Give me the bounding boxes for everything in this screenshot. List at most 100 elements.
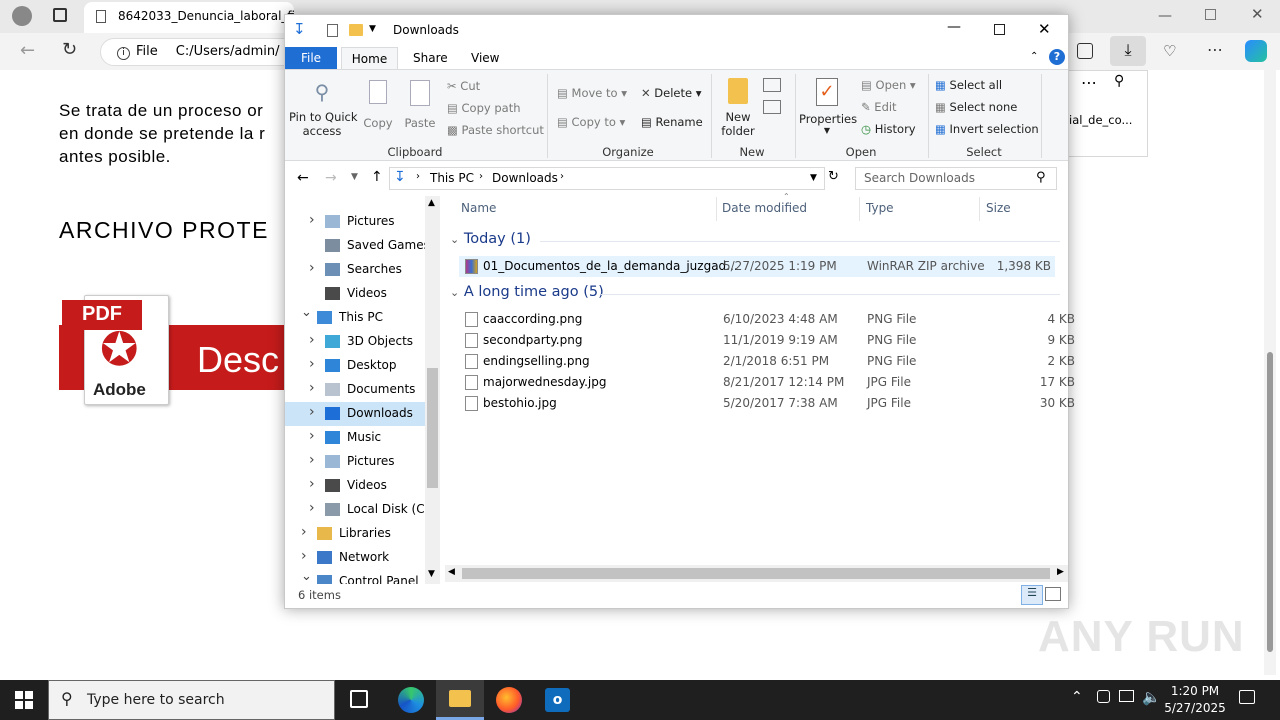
tab-view[interactable]: View <box>471 47 499 70</box>
tab-actions-icon[interactable] <box>53 8 67 22</box>
scroll-left-icon[interactable]: ◀ <box>448 567 455 577</box>
page-scroll-thumb[interactable] <box>1267 352 1273 652</box>
column-date[interactable]: Date modified <box>722 201 807 215</box>
taskbar-search[interactable]: ⚲ Type here to search <box>48 680 335 720</box>
column-type[interactable]: Type <box>866 201 894 215</box>
close-browser-icon[interactable]: ✕ <box>1251 5 1264 23</box>
folder-qa-icon[interactable] <box>349 24 363 36</box>
chevron-right-icon[interactable]: › <box>309 404 315 420</box>
download-file-name[interactable]: ial_de_co... <box>1069 113 1132 127</box>
details-view-icon[interactable]: ☰ <box>1021 585 1043 605</box>
nav-item-pictures[interactable]: › Pictures <box>285 210 425 234</box>
nav-item-searches[interactable]: › Searches <box>285 258 425 282</box>
chevron-right-icon[interactable]: › <box>309 476 315 492</box>
copy-button[interactable]: Copy <box>361 80 395 130</box>
ethernet-icon[interactable] <box>1119 690 1134 702</box>
minimize-icon[interactable]: — <box>947 19 961 35</box>
delete-button[interactable]: ✕ Delete ▾ <box>641 86 702 100</box>
task-view-icon[interactable] <box>350 690 368 708</box>
nav-scrollbar[interactable]: ▲ ▼ <box>425 196 440 584</box>
refresh-icon[interactable]: ↻ <box>828 169 839 184</box>
show-hidden-icons[interactable]: ⌃ <box>1071 689 1083 705</box>
address-box[interactable]: ↧ › This PC › Downloads › ▼ <box>389 167 825 190</box>
file-row[interactable]: bestohio.jpg 5/20/2017 7:38 AM JPG File 30 … <box>459 393 1079 414</box>
tab-share[interactable]: Share <box>413 47 448 70</box>
invert-selection-button[interactable]: ▦ Invert selection <box>935 122 1039 136</box>
collapse-ribbon-icon[interactable]: ⌃ <box>1030 51 1038 62</box>
edge-taskbar-icon[interactable] <box>398 687 424 713</box>
open-button[interactable]: ▤ Open ▾ <box>861 78 916 92</box>
clock[interactable]: 1:20 PM 5/27/2025 <box>1160 683 1230 717</box>
properties-button[interactable]: ✓ Properties ▼ <box>799 78 857 135</box>
chevron-right-icon[interactable]: › <box>309 500 315 516</box>
nav-item-documents[interactable]: › Documents <box>285 378 425 402</box>
maximize-icon[interactable] <box>994 24 1005 35</box>
large-icons-view-icon[interactable] <box>1045 587 1061 601</box>
select-all-button[interactable]: ▦ Select all <box>935 78 1002 92</box>
refresh-icon[interactable]: ↻ <box>62 39 77 60</box>
nav-item-music[interactable]: › Music <box>285 426 425 450</box>
cut-button[interactable]: ✂ Cut <box>447 79 480 93</box>
nav-item-downloads[interactable]: › Downloads <box>285 402 425 426</box>
history-button[interactable]: ◷ History <box>861 122 916 136</box>
new-folder-button[interactable]: New folder <box>717 78 759 138</box>
chevron-right-icon[interactable]: › <box>309 452 315 468</box>
properties-qa-icon[interactable] <box>327 24 338 37</box>
search-box[interactable]: Search Downloads ⚲ <box>855 167 1057 190</box>
file-row[interactable]: 01_Documentos_de_la_demanda_juzgad... 5/2… <box>459 256 1055 277</box>
nav-item-libraries[interactable]: › Libraries <box>285 522 425 546</box>
file-row[interactable]: caaccording.png 6/10/2023 4:48 AM PNG File… <box>459 309 1079 330</box>
scroll-right-icon[interactable]: ▶ <box>1057 567 1064 577</box>
select-none-button[interactable]: ▦ Select none <box>935 100 1017 114</box>
copilot-icon[interactable] <box>1245 40 1267 62</box>
breadcrumb-downloads[interactable]: Downloads <box>492 171 558 185</box>
nav-item-local-disk-c[interactable]: › Local Disk (C:) <box>285 498 433 522</box>
restore-browser-icon[interactable] <box>1205 9 1216 20</box>
rename-button[interactable]: ▤ Rename <box>641 115 703 129</box>
pin-button[interactable]: ⚲ Pin to Quick access <box>289 80 358 138</box>
column-name[interactable]: Name <box>461 201 496 215</box>
minimize-browser-icon[interactable]: — <box>1158 8 1172 24</box>
paste-shortcut-button[interactable]: ▩ Paste shortcut <box>447 123 544 137</box>
chevron-right-icon[interactable]: › <box>301 524 307 540</box>
browser-tab[interactable]: 8642033_Denuncia_laboral_fisc <box>84 2 294 33</box>
nav-item-saved-games[interactable]: Saved Games <box>285 234 430 258</box>
chevron-right-icon[interactable]: › <box>301 548 307 564</box>
chevron-down-icon[interactable]: ⌄ <box>301 305 312 320</box>
scroll-down-icon[interactable]: ▼ <box>428 569 435 579</box>
group-header-today[interactable]: ⌄ Today (1) <box>450 231 531 247</box>
h-scroll-thumb[interactable] <box>462 568 1050 579</box>
chevron-right-icon[interactable]: › <box>309 332 315 348</box>
recent-locations-icon[interactable]: ▼ <box>351 172 358 182</box>
file-row[interactable]: majorwednesday.jpg 8/21/2017 12:14 PM JPG … <box>459 372 1079 393</box>
nav-item-network[interactable]: › Network <box>285 546 425 570</box>
address-bar[interactable]: i File C:/Users/admin/ <box>100 38 300 66</box>
close-icon[interactable]: ✕ <box>1038 20 1051 38</box>
collections-icon[interactable] <box>1077 43 1093 59</box>
edit-button[interactable]: ✎ Edit <box>861 100 897 114</box>
back-icon[interactable]: ← <box>20 40 35 61</box>
tab-home[interactable]: Home <box>341 47 398 70</box>
nav-item-3d-objects[interactable]: › 3D Objects <box>285 330 425 354</box>
chevron-right-icon[interactable]: › <box>309 212 315 228</box>
tab-file[interactable]: File <box>285 47 337 70</box>
copy-path-button[interactable]: ▤ Copy path <box>447 101 521 115</box>
start-button[interactable] <box>15 691 33 709</box>
file-row[interactable]: endingselling.png 2/1/2018 6:51 PM PNG Fil… <box>459 351 1079 372</box>
downloads-button[interactable]: ⤓ <box>1110 36 1146 66</box>
easy-access-icon[interactable] <box>763 100 781 114</box>
more-options-icon[interactable]: ⋯ <box>1081 73 1097 92</box>
scroll-up-icon[interactable]: ▲ <box>428 198 435 208</box>
profile-icon[interactable] <box>12 6 32 26</box>
paste-button[interactable]: Paste <box>403 80 437 130</box>
breadcrumb-this-pc[interactable]: This PC <box>430 171 474 185</box>
explorer-taskbar-button[interactable] <box>436 680 484 720</box>
notification-icon[interactable] <box>1239 690 1255 704</box>
copy-to-button[interactable]: ▤ Copy to ▾ <box>557 115 625 129</box>
up-arrow-icon[interactable]: ↑ <box>371 169 383 185</box>
chevron-right-icon[interactable]: › <box>309 380 315 396</box>
nav-item-desktop[interactable]: › Desktop <box>285 354 425 378</box>
more-icon[interactable]: ⋯ <box>1207 40 1223 59</box>
qa-dropdown-icon[interactable]: ▼ <box>369 24 376 34</box>
nav-item-control-panel[interactable]: ⌄ Control Panel <box>285 569 425 584</box>
